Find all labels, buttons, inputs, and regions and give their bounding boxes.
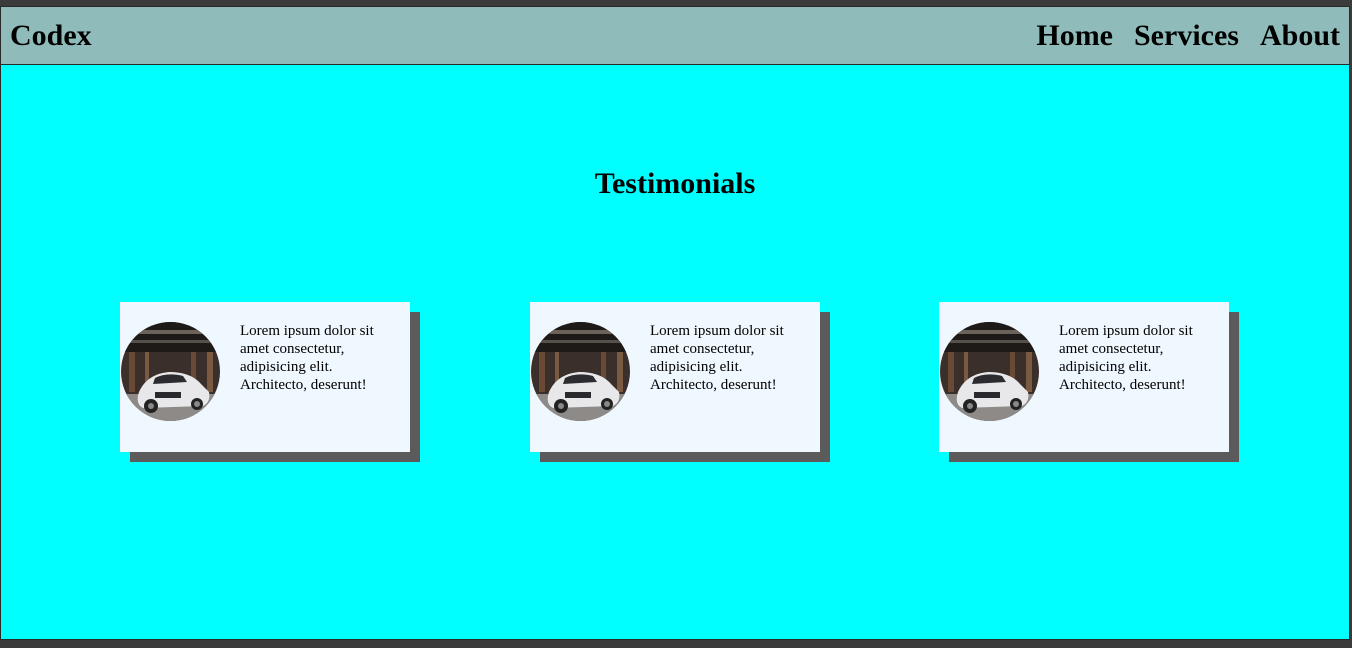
testimonial-text: Lorem ipsum dolor sit amet consectetur, … — [650, 323, 784, 393]
page-frame: Codex Home Services About Testimonials L… — [0, 6, 1350, 640]
testimonial-text: Lorem ipsum dolor sit amet consectetur, … — [1059, 323, 1193, 393]
testimonial-text: Lorem ipsum dolor sit amet consectetur, … — [240, 323, 374, 393]
testimonial-card: Lorem ipsum dolor sit amet consectetur, … — [530, 302, 820, 452]
navbar: Codex Home Services About — [1, 7, 1349, 65]
car-photo — [531, 322, 630, 421]
section-title: Testimonials — [594, 167, 756, 200]
testimonial-card: Lorem ipsum dolor sit amet consectetur, … — [120, 302, 410, 452]
nav-link-about[interactable]: About — [1260, 17, 1340, 55]
nav-links: Home Services About — [1036, 17, 1340, 55]
car-photo — [940, 322, 1039, 421]
car-photo — [121, 322, 220, 421]
nav-link-services[interactable]: Services — [1134, 17, 1239, 55]
testimonial-card: Lorem ipsum dolor sit amet consectetur, … — [939, 302, 1229, 452]
nav-link-home[interactable]: Home — [1036, 17, 1113, 55]
brand-logo[interactable]: Codex — [10, 17, 92, 55]
